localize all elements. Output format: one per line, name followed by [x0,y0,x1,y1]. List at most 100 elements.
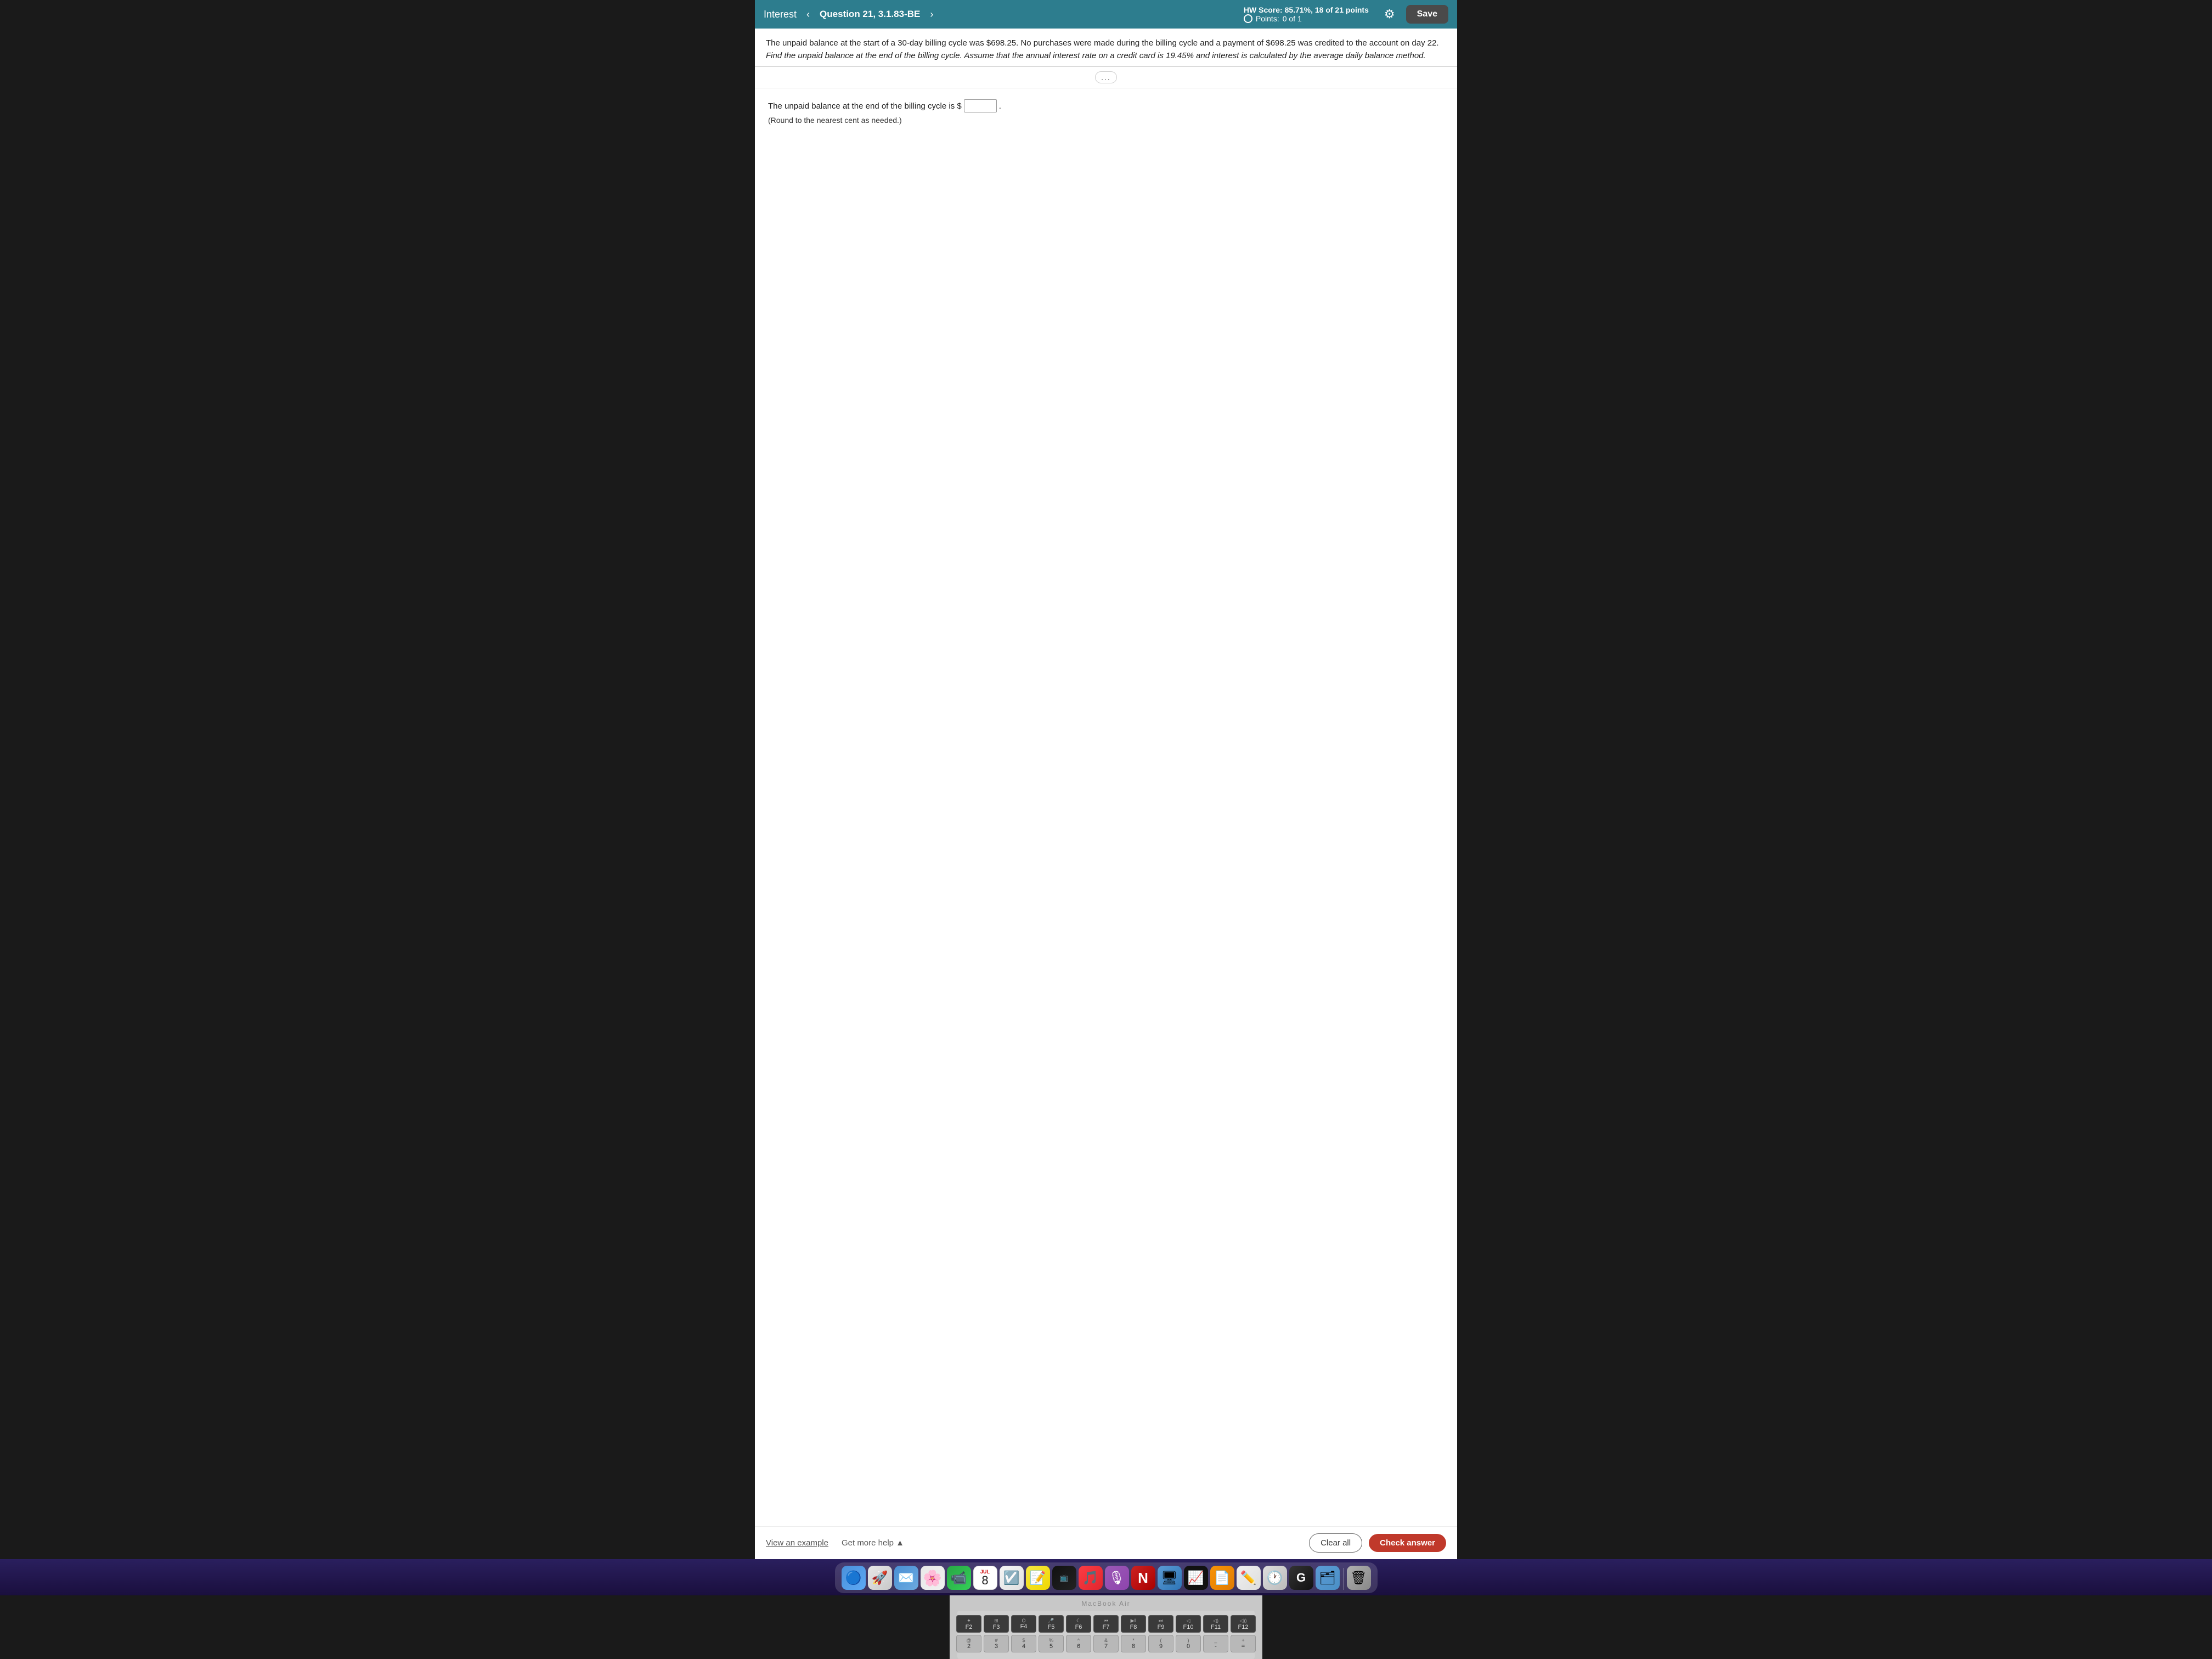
dock-mail[interactable]: ✉️ [894,1566,918,1590]
settings-button[interactable]: ⚙ [1384,7,1395,21]
answer-note: (Round to the nearest cent as needed.) [768,116,1444,125]
keyboard-area: MacBook Air ✦F2 ⊞F3 QF4 🎤F5 ☾F6 ⏮F7 ▶‖F8… [950,1595,1262,1659]
dock-reminders[interactable]: ☑️ [1000,1566,1024,1590]
dock-wrapper: 🔵 🚀 ✉️ 🌸 📹 JUL 8 ☑️ 📝 📺 🎵 � [0,1559,2212,1595]
news-icon: N [1138,1570,1148,1587]
key-f11[interactable]: ◁)F11 [1203,1615,1228,1633]
answer-area: The unpaid balance at the end of the bil… [755,88,1457,1526]
key-f3[interactable]: ⊞F3 [984,1615,1009,1633]
facetime-icon: 📹 [951,1570,967,1586]
freeform-icon: ✏️ [1240,1570,1257,1586]
dock-finder2[interactable]: 🗂 [1316,1566,1340,1590]
points-value: 0 of 1 [1283,14,1302,23]
bottom-bar: View an example Get more help ▲ Clear al… [755,1526,1457,1559]
view-example-button[interactable]: View an example [766,1538,828,1548]
answer-input[interactable] [964,99,997,112]
dock-photos[interactable]: 🌸 [921,1566,945,1590]
hw-score-value: 85.71%, 18 of 21 points [1285,5,1369,14]
key-f4[interactable]: QF4 [1011,1615,1036,1633]
key-equals[interactable]: += [1231,1635,1256,1652]
hw-score-label: HW Score: [1244,5,1283,14]
trash-icon: 🗑 [1350,1570,1367,1586]
music-icon: 🎵 [1082,1570,1099,1586]
dock-music[interactable]: 🎵 [1079,1566,1103,1590]
points-label: Points: [1256,14,1279,23]
stocks-icon: 📈 [1188,1570,1204,1586]
key-f5[interactable]: 🎤F5 [1039,1615,1064,1633]
divider-row: ... [755,67,1457,88]
dock-gemini[interactable]: G [1289,1566,1313,1590]
mail-icon: ✉️ [898,1570,915,1586]
answer-prefix: The unpaid balance at the end of the bil… [768,101,962,111]
keyboard: ✦F2 ⊞F3 QF4 🎤F5 ☾F6 ⏮F7 ▶‖F8 ⏭F9 ◁F10 ◁)… [957,1611,1255,1659]
dock-trash[interactable]: 🗑 [1347,1566,1371,1590]
key-f12[interactable]: ◁))F12 [1231,1615,1256,1633]
gemini-icon: G [1296,1571,1306,1585]
key-2[interactable]: @2 [956,1635,981,1652]
key-0[interactable]: )0 [1176,1635,1201,1652]
appletv-icon: 📺 [1060,1573,1068,1582]
launchpad-icon: 🚀 [872,1570,888,1586]
key-minus[interactable]: _- [1203,1635,1228,1652]
photos-icon: 🌸 [923,1569,942,1587]
hw-score-title: HW Score: 85.71%, 18 of 21 points [1244,5,1369,14]
screen-wrapper: Interest ‹ Question 21, 3.1.83-BE › HW S… [755,0,1457,1559]
dock-freeform[interactable]: ✏️ [1237,1566,1261,1590]
save-button[interactable]: Save [1406,5,1448,24]
clock-icon: 🕐 [1267,1570,1283,1586]
get-more-help-button[interactable]: Get more help ▲ [842,1538,904,1548]
pages-icon: 📄 [1214,1570,1231,1586]
dock-calendar[interactable]: JUL 8 [973,1566,997,1590]
key-f6[interactable]: ☾F6 [1066,1615,1091,1633]
key-f9[interactable]: ⏭F9 [1148,1615,1173,1633]
bottom-actions: Clear all Check answer [1309,1533,1446,1553]
key-3[interactable]: #3 [984,1635,1009,1652]
answer-suffix: . [999,101,1001,111]
problem-text: The unpaid balance at the start of a 30-… [766,37,1446,62]
dock-clock[interactable]: 🕐 [1263,1566,1287,1590]
dock: 🔵 🚀 ✉️ 🌸 📹 JUL 8 ☑️ 📝 📺 🎵 � [835,1562,1378,1593]
reminders-icon: ☑️ [1003,1570,1020,1586]
finder-icon: 🔵 [845,1570,862,1586]
macbook-label: MacBook Air [1081,1600,1130,1607]
hw-points: Points: 0 of 1 [1244,14,1369,23]
key-5[interactable]: %5 [1039,1635,1064,1652]
dock-facetime[interactable]: 📹 [947,1566,971,1590]
dock-news[interactable]: N [1131,1566,1155,1590]
key-8[interactable]: *8 [1121,1635,1146,1652]
top-nav: Interest ‹ Question 21, 3.1.83-BE › HW S… [755,0,1457,29]
points-circle-icon [1244,14,1252,23]
key-9[interactable]: (9 [1148,1635,1173,1652]
dock-appletv[interactable]: 📺 [1052,1566,1076,1590]
course-title: Interest [764,9,797,20]
answer-line: The unpaid balance at the end of the bil… [768,99,1444,112]
prev-question-button[interactable]: ‹ [803,8,813,21]
expand-button[interactable]: ... [1095,71,1117,83]
clear-all-button[interactable]: Clear all [1309,1533,1362,1553]
podcasts-icon: 🎙 [1108,1570,1125,1586]
dock-keynote[interactable]: 🖥 [1158,1566,1182,1590]
check-answer-button[interactable]: Check answer [1369,1534,1446,1552]
key-6[interactable]: ^6 [1066,1635,1091,1652]
dock-divider [1343,1568,1344,1590]
keynote-icon: 🖥 [1161,1570,1177,1586]
key-f10[interactable]: ◁F10 [1176,1615,1201,1633]
dock-finder[interactable]: 🔵 [842,1566,866,1590]
next-question-button[interactable]: › [927,8,936,21]
key-f2[interactable]: ✦F2 [956,1615,981,1633]
finder2-icon: 🗂 [1319,1570,1335,1586]
key-f7[interactable]: ⏮F7 [1093,1615,1119,1633]
calendar-day-icon: 8 [981,1575,988,1587]
dock-notes[interactable]: 📝 [1026,1566,1050,1590]
question-label: Question 21, 3.1.83-BE [820,9,920,20]
key-f8[interactable]: ▶‖F8 [1121,1615,1146,1633]
dock-stocks[interactable]: 📈 [1184,1566,1208,1590]
key-4[interactable]: $4 [1011,1635,1036,1652]
hw-score-section: HW Score: 85.71%, 18 of 21 points Points… [1244,5,1369,23]
dock-podcasts[interactable]: 🎙 [1105,1566,1129,1590]
dock-pages[interactable]: 📄 [1210,1566,1234,1590]
dock-launchpad[interactable]: 🚀 [868,1566,892,1590]
problem-container: The unpaid balance at the start of a 30-… [755,29,1457,67]
number-key-row: @2 #3 $4 %5 ^6 &7 *8 (9 )0 _- += [964,1635,1248,1652]
key-7[interactable]: &7 [1093,1635,1119,1652]
